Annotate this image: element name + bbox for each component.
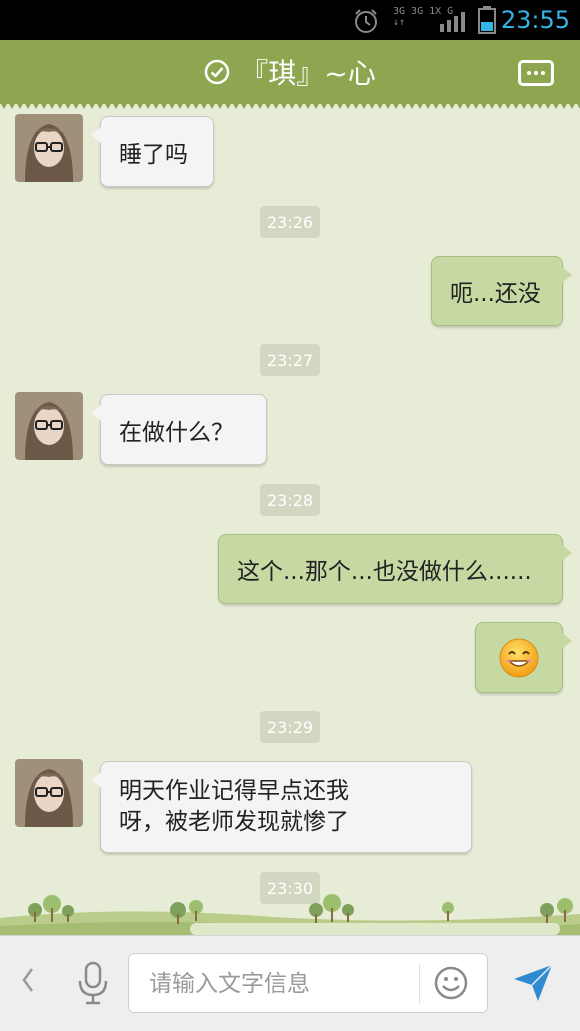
timestamp: 23:28	[260, 484, 320, 516]
header-title-wrap: 『琪』~心	[0, 40, 580, 104]
send-button[interactable]	[512, 963, 554, 1007]
incoming-message-bubble[interactable]: 睡了吗	[91, 116, 214, 187]
decorative-scenery	[0, 894, 580, 935]
input-divider	[419, 964, 420, 1004]
contact-avatar[interactable]	[15, 759, 83, 827]
outgoing-message-bubble[interactable]: 呃...还没	[431, 256, 572, 326]
message-text: 这个...那个...也没做什么......	[237, 559, 532, 585]
chat-header: 『琪』~心	[0, 40, 580, 109]
more-options-button[interactable]	[518, 60, 554, 86]
message-input-box	[128, 953, 488, 1013]
message-text-line: 明天作业记得早点还我	[119, 778, 349, 804]
message-text-line: 呀，被老师发现就惨了	[119, 809, 349, 835]
contact-avatar[interactable]	[15, 392, 83, 460]
message-input-bar	[0, 935, 580, 1031]
check-circle-icon	[205, 59, 230, 85]
contact-name[interactable]: 『琪』~心	[240, 52, 375, 92]
smiling-face-emoji	[499, 638, 539, 677]
emoji-button[interactable]	[434, 966, 468, 1004]
message-text: 睡了吗	[119, 141, 188, 168]
status-bar: 3G 3G 1X G ↓↑ 23:55	[0, 0, 580, 40]
chevron-left-icon	[22, 968, 34, 992]
status-time: 23:55	[500, 6, 570, 34]
more-dots-icon	[527, 71, 545, 75]
chat-message-list[interactable]: 睡了吗 23:26 呃...还没 23:27 在做什么？ 23:28 这个...…	[0, 104, 580, 930]
back-button[interactable]	[20, 966, 36, 1002]
battery-icon	[478, 6, 496, 34]
voice-input-button[interactable]	[77, 961, 109, 1009]
avatar-image	[15, 114, 83, 182]
send-arrow-icon	[514, 964, 553, 1001]
signal-strength-icon	[440, 12, 465, 32]
timestamp: 23:26	[260, 206, 320, 238]
message-input[interactable]	[147, 966, 421, 1002]
avatar-image	[15, 392, 83, 460]
alarm-clock-icon	[355, 9, 377, 33]
avatar-image	[15, 759, 83, 827]
outgoing-emoji-bubble[interactable]	[475, 622, 572, 693]
outgoing-message-bubble[interactable]: 这个...那个...也没做什么......	[218, 534, 572, 604]
contact-avatar[interactable]	[15, 114, 83, 182]
message-text: 在做什么？	[119, 419, 234, 446]
timestamp: 23:29	[260, 711, 320, 743]
smiley-icon	[434, 966, 468, 1000]
timestamp: 23:27	[260, 344, 320, 376]
microphone-icon	[78, 961, 108, 1005]
incoming-message-bubble[interactable]: 在做什么？	[91, 394, 267, 465]
message-text: 呃...还没	[450, 281, 541, 307]
incoming-message-bubble[interactable]: 明天作业记得早点还我 呀，被老师发现就惨了	[91, 761, 472, 853]
